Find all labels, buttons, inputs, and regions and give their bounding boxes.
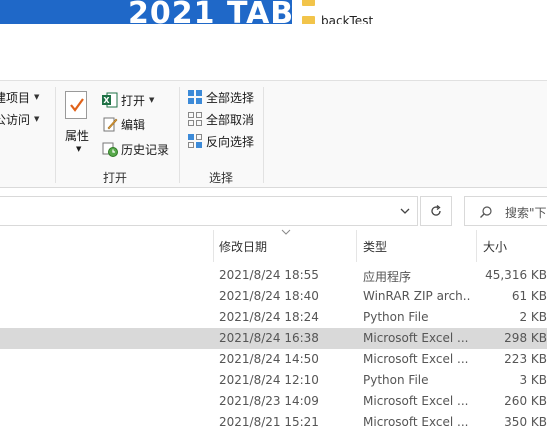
desktop-background: 2021 TAB backTest (0, 0, 547, 24)
refresh-button[interactable] (420, 196, 452, 226)
select-none-icon (187, 111, 203, 127)
chevron-down-icon: ▼ (149, 96, 155, 104)
row-date: 2021/8/21 15:21 (219, 415, 319, 429)
table-row[interactable]: 2021/8/21 15:21 Microsoft Excel ... 350 … (0, 412, 547, 431)
column-header-date[interactable]: 修改日期 (219, 238, 267, 255)
chevron-down-icon: ▼ (34, 115, 40, 123)
edit-label: 编辑 (121, 117, 146, 132)
row-type: Microsoft Excel ... (363, 352, 469, 366)
desktop-file-item[interactable] (302, 0, 321, 8)
row-type: 应用程序 (363, 270, 412, 284)
row-size: 45,316 KB (485, 268, 547, 282)
address-bar[interactable] (0, 196, 418, 226)
history-icon (102, 141, 118, 157)
history-button[interactable]: 历史记录 (102, 139, 169, 159)
folder-icon (302, 0, 315, 6)
sort-caret-icon (281, 229, 291, 235)
easy-access-button[interactable]: 公访问 ▼ (0, 109, 39, 129)
select-none-button[interactable]: 全部取消 (187, 109, 254, 129)
invert-selection-button[interactable]: 反向选择 (187, 131, 254, 151)
column-header-type[interactable]: 类型 (363, 238, 387, 255)
row-type: Python File (363, 310, 429, 324)
easy-access-label: 公访问 (0, 112, 31, 127)
desktop-file-list: backTest (292, 0, 547, 24)
table-row[interactable]: 2021/8/24 14:50 Microsoft Excel ... 223 … (0, 349, 547, 370)
select-none-label: 全部取消 (206, 112, 255, 127)
column-separator[interactable] (356, 230, 357, 262)
properties-icon (65, 91, 87, 119)
open-group-label: 打开 (103, 171, 128, 185)
ribbon: 建项目 ▼ 公访问 ▼ 属性 ▼ X 打开 ▼ 编辑 历史记录 打开 全部选择 … (0, 81, 547, 187)
row-date: 2021/8/24 18:55 (219, 268, 319, 282)
row-size: 3 KB (519, 373, 547, 387)
row-size: 2 KB (519, 310, 547, 324)
table-row[interactable]: 2021/8/24 16:38 Microsoft Excel ... 298 … (0, 328, 547, 349)
row-type: Microsoft Excel ... (363, 394, 469, 408)
row-size: 260 KB (504, 394, 547, 408)
chevron-down-icon: ▼ (76, 145, 82, 153)
group-separator (179, 87, 180, 183)
open-button[interactable]: X 打开 ▼ (102, 90, 154, 110)
search-input[interactable]: 搜索"下 (464, 196, 547, 226)
row-type: Microsoft Excel ... (363, 331, 469, 345)
row-size: 223 KB (504, 352, 547, 366)
open-label: 打开 (121, 93, 146, 108)
svg-text:X: X (103, 96, 110, 105)
invert-selection-label: 反向选择 (206, 134, 255, 149)
desktop-banner-text: 2021 TAB (128, 0, 295, 24)
table-row[interactable]: 2021/8/24 18:24 Python File 2 KB (0, 307, 547, 328)
row-type: WinRAR ZIP arch... (363, 289, 471, 303)
row-size: 61 KB (511, 289, 547, 303)
edit-icon (102, 116, 118, 132)
row-date: 2021/8/23 14:09 (219, 394, 319, 408)
table-row[interactable]: 2021/8/24 18:55 应用程序 45,316 KB (0, 265, 547, 286)
row-date: 2021/8/24 12:10 (219, 373, 319, 387)
group-separator (263, 87, 264, 183)
chevron-down-icon[interactable] (398, 204, 412, 218)
row-date: 2021/8/24 18:24 (219, 310, 319, 324)
row-type: Microsoft Excel ... (363, 415, 469, 429)
select-all-button[interactable]: 全部选择 (187, 87, 254, 107)
search-placeholder: 搜索"下 (505, 206, 547, 220)
row-date: 2021/8/24 14:50 (219, 352, 319, 366)
chevron-down-icon: ▼ (34, 93, 40, 101)
properties-button[interactable]: 属性 ▼ (60, 89, 96, 161)
folder-icon (302, 16, 315, 24)
properties-label: 属性 (65, 129, 90, 143)
column-header-size[interactable]: 大小 (483, 238, 507, 255)
row-size: 350 KB (504, 415, 547, 429)
history-label: 历史记录 (121, 142, 170, 157)
invert-selection-icon (187, 133, 203, 149)
desktop-file-label: backTest (321, 14, 374, 24)
column-separator[interactable] (213, 230, 214, 262)
new-item-label: 建项目 (0, 90, 31, 105)
select-all-label: 全部选择 (206, 90, 255, 105)
group-separator (55, 87, 56, 183)
refresh-icon (431, 204, 441, 216)
table-row[interactable]: 2021/8/23 14:09 Microsoft Excel ... 260 … (0, 391, 547, 412)
column-separator[interactable] (476, 230, 477, 262)
desktop-file-item[interactable]: backTest (302, 14, 373, 24)
new-item-button[interactable]: 建项目 ▼ (0, 87, 39, 107)
select-all-icon (187, 89, 203, 105)
ribbon-bottom-border (0, 187, 547, 188)
row-date: 2021/8/24 18:40 (219, 289, 319, 303)
row-size: 298 KB (504, 331, 547, 345)
row-type: Python File (363, 373, 429, 387)
row-date: 2021/8/24 16:38 (219, 331, 319, 345)
search-icon (480, 206, 492, 218)
table-row[interactable]: 2021/8/24 12:10 Python File 3 KB (0, 370, 547, 391)
excel-icon: X (102, 92, 118, 108)
edit-button[interactable]: 编辑 (102, 114, 145, 134)
table-row[interactable]: 2021/8/24 18:40 WinRAR ZIP arch... 61 KB (0, 286, 547, 307)
select-group-label: 选择 (209, 171, 234, 185)
